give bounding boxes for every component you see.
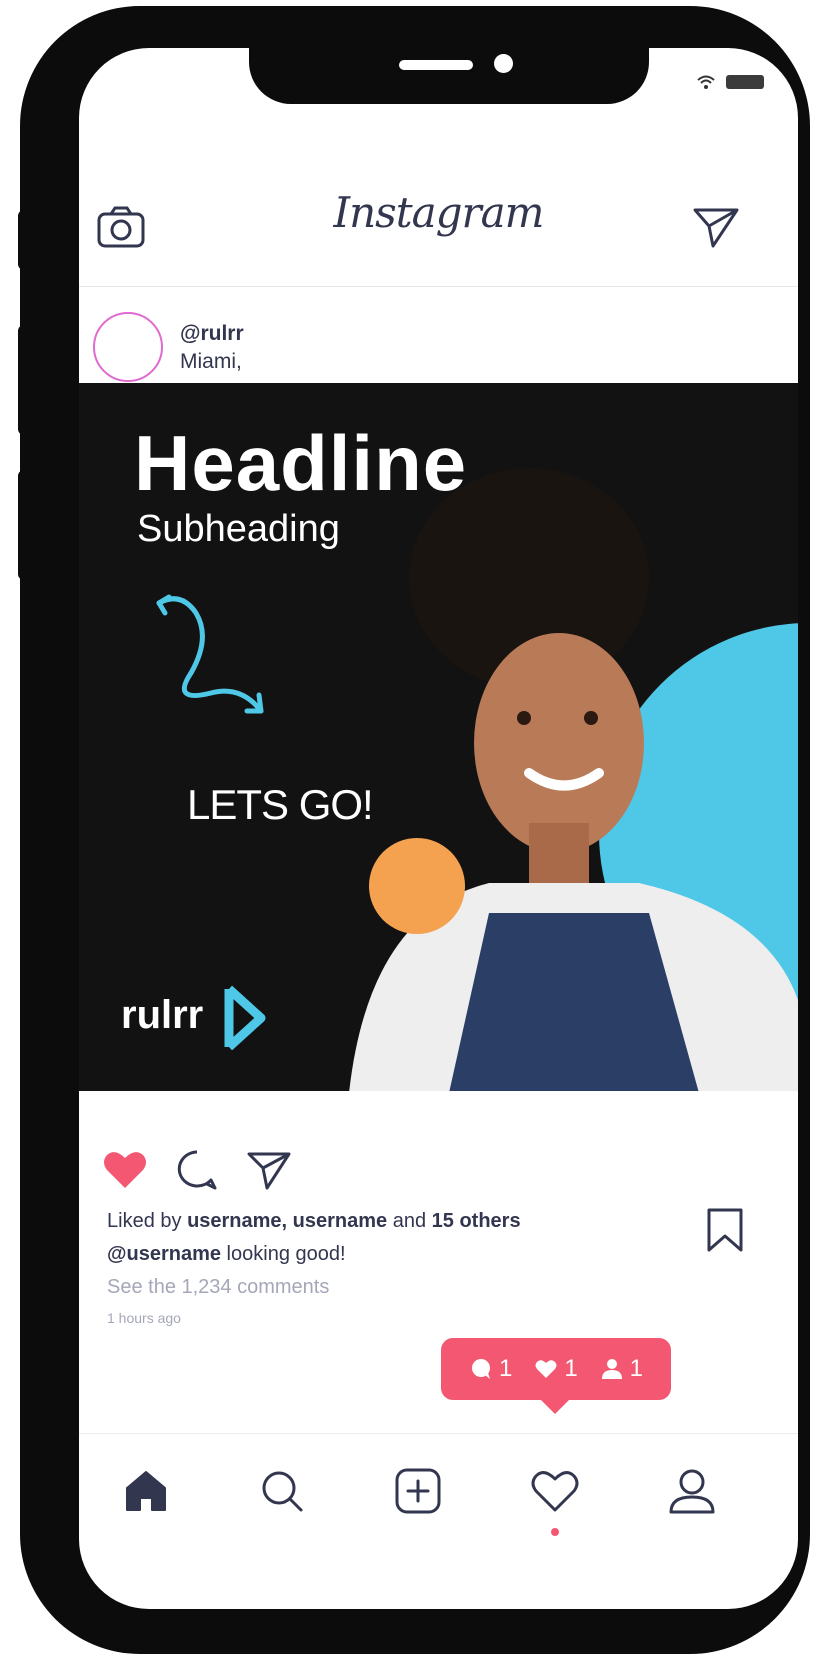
heart-filled-icon[interactable] bbox=[101, 1146, 149, 1194]
notif-likes-count: 1 bbox=[564, 1355, 578, 1382]
likes-line: Liked by username, username and 15 other… bbox=[107, 1210, 521, 1233]
post-username[interactable]: @rulrr bbox=[180, 322, 244, 346]
activity-heart-icon[interactable] bbox=[528, 1464, 582, 1518]
status-bar bbox=[696, 74, 764, 90]
caption-text: looking good! bbox=[221, 1243, 346, 1265]
heart-icon bbox=[535, 1360, 557, 1378]
direct-message-icon[interactable] bbox=[691, 202, 743, 254]
brand-logo-icon bbox=[224, 985, 266, 1051]
phone-screen: Instagram @rulrr Miami, Headline Subhead… bbox=[79, 48, 798, 1609]
post-subheading: Subheading bbox=[137, 508, 340, 550]
volume-down-button bbox=[18, 470, 30, 580]
post-image[interactable]: Headline Subheading LETS GO! rulrr bbox=[79, 383, 798, 1091]
header-divider bbox=[79, 286, 798, 287]
mute-switch bbox=[18, 210, 30, 270]
post-header: @rulrr Miami, bbox=[79, 298, 798, 383]
likes-mid: and bbox=[387, 1210, 432, 1232]
home-icon[interactable] bbox=[119, 1464, 173, 1518]
speaker bbox=[399, 60, 473, 70]
squiggle-arrow-icon bbox=[156, 594, 264, 714]
avatar[interactable] bbox=[93, 312, 163, 382]
notif-followers-count: 1 bbox=[629, 1355, 644, 1382]
activity-notification[interactable]: 1 1 1 bbox=[441, 1338, 671, 1414]
notif-comments: 1 bbox=[469, 1355, 512, 1383]
volume-up-button bbox=[18, 325, 30, 435]
person-photo bbox=[349, 468, 798, 1091]
top-bar: Instagram bbox=[79, 188, 798, 268]
post-headline: Headline bbox=[134, 419, 468, 507]
notif-comments-count: 1 bbox=[498, 1355, 513, 1382]
notif-followers: 1 bbox=[600, 1355, 643, 1383]
battery-icon bbox=[726, 75, 764, 89]
post-cta: LETS GO! bbox=[187, 781, 374, 828]
bottom-nav bbox=[79, 1433, 798, 1544]
notch bbox=[249, 48, 649, 104]
search-icon[interactable] bbox=[255, 1464, 309, 1518]
add-post-icon[interactable] bbox=[391, 1464, 445, 1518]
comment-bubble-icon bbox=[471, 1359, 490, 1379]
brand-logo-text: rulrr bbox=[121, 993, 204, 1037]
post-timestamp: 1 hours ago bbox=[107, 1310, 181, 1326]
likes-users[interactable]: username, username bbox=[187, 1210, 387, 1232]
comments-link[interactable]: See the 1,234 comments bbox=[107, 1276, 329, 1299]
comment-icon[interactable] bbox=[173, 1146, 221, 1194]
likes-prefix: Liked by bbox=[107, 1210, 188, 1232]
share-icon[interactable] bbox=[245, 1146, 293, 1194]
orange-circle bbox=[369, 838, 465, 934]
activity-indicator-dot bbox=[551, 1528, 559, 1536]
caption-username[interactable]: @username bbox=[107, 1243, 221, 1265]
front-camera bbox=[494, 54, 513, 73]
wifi-icon bbox=[697, 75, 715, 89]
post-location[interactable]: Miami, bbox=[180, 350, 242, 374]
post-actions bbox=[79, 1138, 798, 1252]
profile-icon[interactable] bbox=[665, 1464, 719, 1518]
caption-line: @username looking good! bbox=[107, 1243, 346, 1266]
notif-likes: 1 bbox=[534, 1355, 578, 1383]
bookmark-icon[interactable] bbox=[701, 1206, 749, 1254]
likes-others[interactable]: 15 others bbox=[432, 1210, 521, 1232]
person-icon bbox=[601, 1359, 622, 1379]
